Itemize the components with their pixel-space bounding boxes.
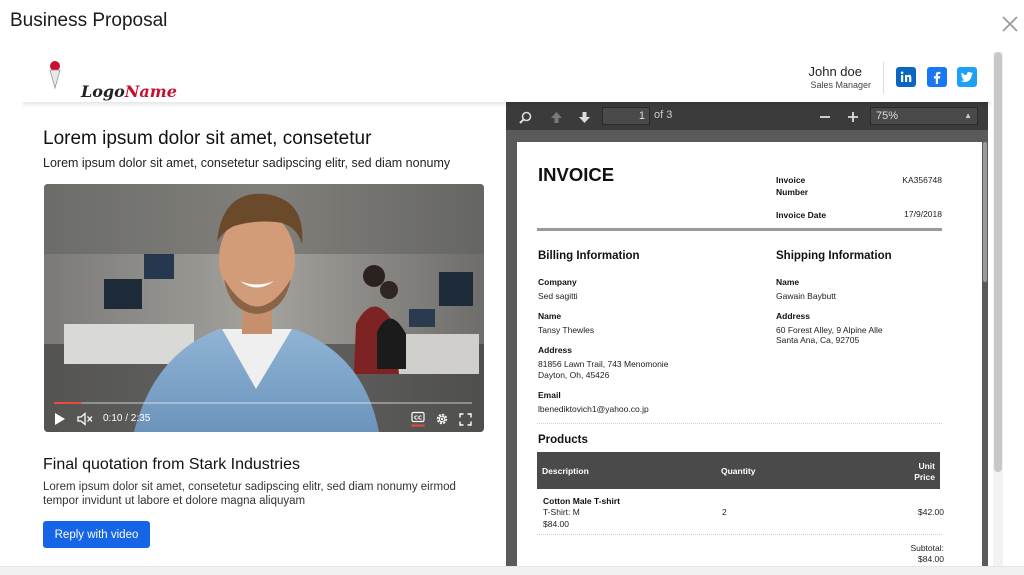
reply-with-video-button[interactable]: Reply with video — [43, 521, 150, 548]
billing-company-label: Company — [538, 277, 577, 287]
page-headline: Lorem ipsum dolor sit amet, consetetur — [43, 128, 372, 149]
invoice-divider — [537, 228, 942, 231]
proposal-header: LogoName John doe Sales Manager — [22, 52, 992, 102]
invoice-date-value: 17/9/2018 — [904, 209, 942, 219]
pdf-scrollbar-thumb[interactable] — [983, 142, 987, 282]
billing-email-value: lbenediktovich1@yahoo.co.jp — [538, 404, 649, 414]
zoom-value: 75% — [876, 110, 899, 122]
billing-heading: Billing Information — [538, 250, 640, 262]
zoom-select[interactable]: 75% ▲ — [870, 107, 978, 125]
invoice-number-label-2: Number — [776, 187, 809, 197]
proposal-frame: LogoName John doe Sales Manager Lorem ip… — [22, 52, 992, 567]
settings-icon[interactable] — [435, 412, 449, 426]
col-description: Description — [542, 466, 589, 476]
facebook-icon[interactable] — [927, 67, 947, 87]
quote-body: Lorem ipsum dolor sit amet, consetetur s… — [43, 481, 456, 507]
page-count: of 3 — [654, 109, 673, 121]
captions-icon[interactable]: CC — [411, 411, 425, 427]
play-icon[interactable] — [54, 412, 66, 426]
linkedin-icon[interactable] — [896, 67, 916, 87]
invoice-number-label-1: Invoice — [776, 175, 806, 185]
page-number-input[interactable]: 1 — [602, 107, 650, 125]
fullscreen-icon[interactable] — [459, 412, 472, 426]
invoice-title: INVOICE — [538, 164, 615, 185]
product-quantity: 2 — [722, 507, 727, 517]
col-unit-price-1: Unit — [918, 461, 935, 471]
pdf-viewer: 1 of 3 75% ▲ INVOICE Invoice Number KA35… — [506, 102, 988, 567]
shipping-address-label: Address — [776, 311, 811, 321]
billing-address-line1: 81856 Lawn Trail, 743 Menomonie — [538, 359, 669, 369]
product-name: Cotton Male T-shirt — [543, 496, 620, 506]
row-divider — [537, 534, 942, 535]
product-price: $84.00 — [543, 519, 569, 529]
col-quantity: Quantity — [721, 466, 756, 476]
billing-address-line2: Dayton, Oh, 45426 — [538, 370, 610, 380]
shipping-name-label: Name — [776, 277, 800, 287]
logo-text-accent: Name — [124, 82, 177, 101]
pdf-page: INVOICE Invoice Number KA356748 Invoice … — [517, 142, 982, 567]
billing-name-value: Tansy Thewles — [538, 325, 595, 335]
product-detail: T-Shirt: M — [543, 507, 580, 517]
shipping-heading: Shipping Information — [776, 250, 892, 262]
header-divider — [883, 62, 884, 94]
video-frame-image — [44, 184, 484, 432]
billing-address-label: Address — [538, 345, 573, 355]
col-unit-price-2: Price — [914, 472, 935, 482]
logo-text-primary: Logo — [81, 82, 125, 101]
subtotal-label: Subtotal: — [910, 543, 944, 553]
video-time: 0:10 / 2:35 — [103, 413, 151, 424]
zoom-out-icon[interactable] — [817, 109, 833, 125]
search-icon[interactable] — [517, 109, 533, 125]
products-heading: Products — [538, 434, 588, 446]
video-progress-bar[interactable] — [54, 402, 472, 404]
video-player[interactable]: 0:10 / 2:35 CC — [44, 184, 484, 432]
shipping-address-line1: 60 Forest Alley, 9 Alpine Alle — [776, 325, 883, 335]
billing-company-value: Sed sagitti — [538, 291, 578, 301]
shipping-address-line2: Santa Ana, Ca, 92705 — [776, 335, 860, 345]
twitter-icon[interactable] — [957, 67, 977, 87]
pdf-toolbar: 1 of 3 75% ▲ — [506, 102, 988, 130]
user-name: John doe — [808, 64, 863, 79]
modal-scrollbar[interactable] — [993, 52, 1003, 567]
proposal-left-pane: Lorem ipsum dolor sit amet, consetetur L… — [22, 102, 506, 567]
logo: LogoName — [47, 60, 177, 101]
svg-text:CC: CC — [414, 416, 422, 422]
modal-footer-edge — [0, 566, 1024, 575]
close-icon[interactable] — [1000, 14, 1020, 34]
invoice-number-value: KA356748 — [902, 175, 942, 185]
chevron-up-down-icon: ▲ — [964, 111, 972, 120]
video-progress-fill — [54, 402, 82, 404]
page-subheadline: Lorem ipsum dolor sit amet, consetetur s… — [43, 156, 451, 170]
billing-email-label: Email — [538, 390, 561, 400]
subtotal-value: $84.00 — [918, 554, 944, 564]
product-unit-price: $42.00 — [918, 507, 944, 517]
zoom-in-icon[interactable] — [845, 109, 861, 125]
modal-scrollbar-thumb[interactable] — [994, 52, 1002, 472]
logo-mark-icon — [49, 61, 61, 90]
modal-title: Business Proposal — [10, 10, 168, 31]
billing-name-label: Name — [538, 311, 562, 321]
next-page-icon[interactable] — [576, 109, 592, 125]
section-divider — [537, 423, 942, 424]
shipping-name-value: Gawain Baybutt — [776, 291, 837, 301]
pdf-scrollbar[interactable] — [982, 130, 988, 567]
products-table-header: Description Quantity Unit Price — [537, 452, 940, 489]
quote-title: Final quotation from Stark Industries — [43, 456, 301, 473]
invoice-date-label: Invoice Date — [776, 210, 827, 220]
video-controls: 0:10 / 2:35 CC — [44, 396, 484, 432]
user-role: Sales Manager — [810, 80, 871, 90]
mute-icon[interactable] — [77, 412, 93, 426]
previous-page-icon[interactable] — [548, 109, 564, 125]
